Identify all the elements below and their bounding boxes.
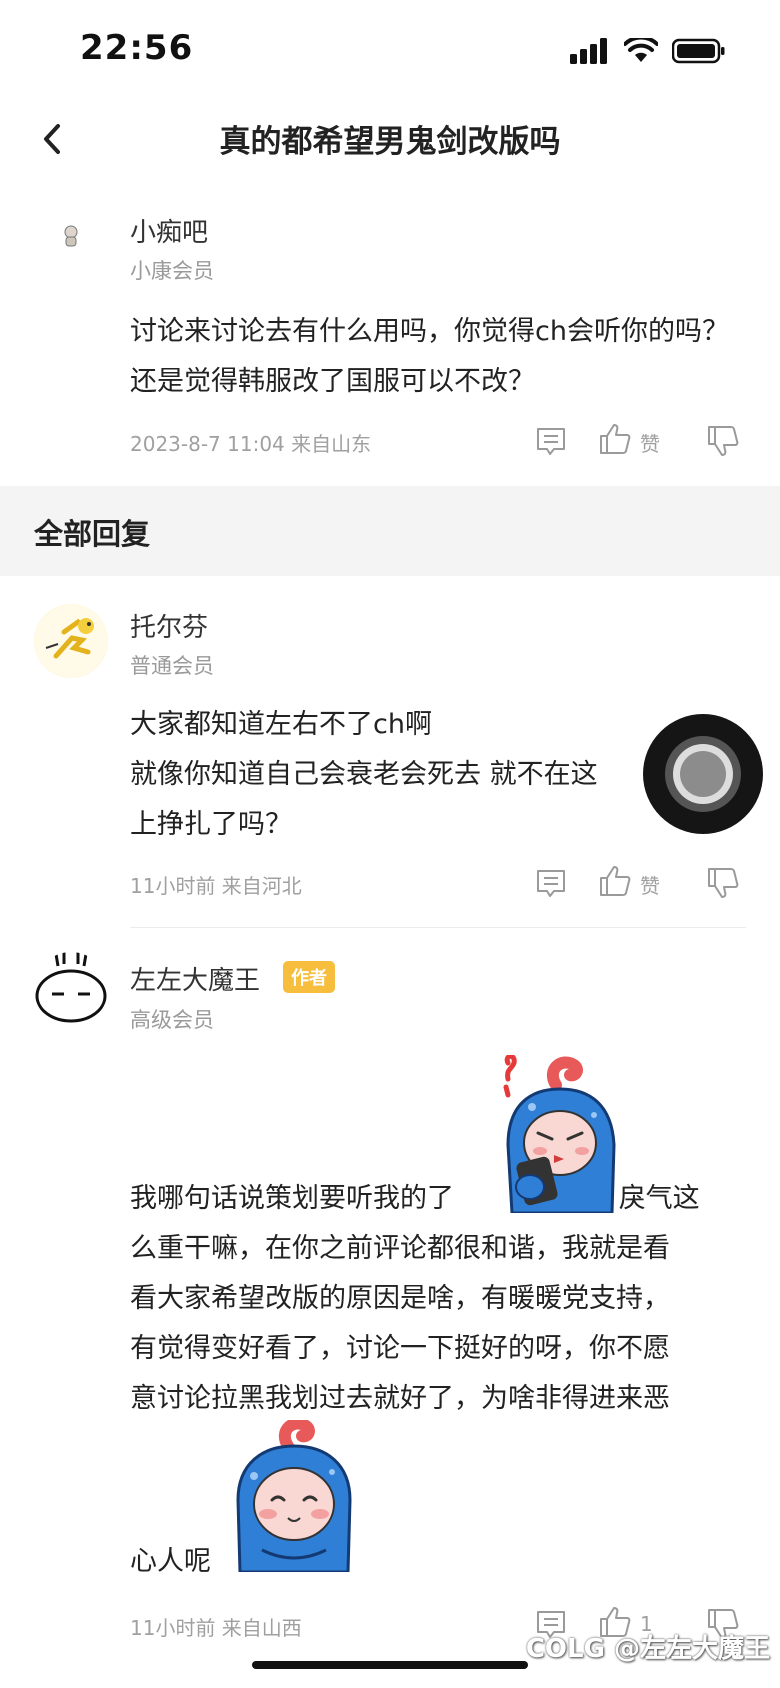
reply-line: 上挣扎了吗？ xyxy=(130,809,292,840)
avatar[interactable] xyxy=(34,604,108,678)
reply-meta: 11小时前 来自山西 xyxy=(130,1616,302,1640)
assistive-touch-button[interactable] xyxy=(643,714,763,834)
comment-icon[interactable] xyxy=(534,424,568,458)
avatar[interactable] xyxy=(34,952,108,1026)
reply-line: 意讨论拉黑我划过去就好了，为啥非得进来恶 xyxy=(130,1383,670,1414)
reply-line: 我哪句话说策划要听我的了 戾气这 xyxy=(130,1174,750,1224)
reply-content: 我哪句话说策划要听我的了 戾气这 么重干嘛，在你之前评论都很和谐，我就是看 看大… xyxy=(130,1174,750,1424)
page-title: 真的都希望男鬼剑改版吗 xyxy=(219,124,561,160)
status-icons xyxy=(570,38,726,64)
signal-icon xyxy=(570,38,607,64)
post-content: 讨论来讨论去有什么用吗，你觉得ch会听你的吗？还是觉得韩服改了国服可以不改？ xyxy=(130,316,729,397)
wifi-icon xyxy=(624,38,658,62)
section-title: 全部回复 xyxy=(34,517,151,551)
username[interactable]: 左左大魔王 xyxy=(130,960,260,997)
author-badge: 作者 xyxy=(283,961,335,993)
thumbs-up-icon[interactable] xyxy=(598,864,632,898)
home-indicator[interactable] xyxy=(252,1661,528,1669)
like-label[interactable]: 赞 xyxy=(640,870,660,899)
reply-line: 大家都知道左右不了ch啊 xyxy=(130,709,432,740)
member-level: 普通会员 xyxy=(130,654,214,678)
like-label[interactable]: 赞 xyxy=(640,428,660,457)
username[interactable]: 小痴吧 xyxy=(130,212,208,249)
thumbs-down-icon[interactable] xyxy=(706,424,740,458)
member-level: 高级会员 xyxy=(130,1008,214,1032)
avatar[interactable] xyxy=(56,220,86,250)
username[interactable]: 托尔芬 xyxy=(130,607,208,644)
reply-meta: 11小时前 来自河北 xyxy=(130,874,302,898)
reply-text: 戾气这 xyxy=(610,1183,700,1214)
battery-icon xyxy=(672,38,725,64)
thumbs-down-icon[interactable] xyxy=(706,866,740,900)
smiling-sticker-image xyxy=(236,1420,352,1572)
member-level: 小康会员 xyxy=(130,259,214,283)
reply-content-end: 心人呢 xyxy=(130,1546,211,1577)
status-time: 22:56 xyxy=(80,28,194,68)
reply-line: 有觉得变好看了，讨论一下挺好的呀，你不愿 xyxy=(130,1333,670,1364)
thumbs-up-icon[interactable] xyxy=(598,422,632,456)
comment-icon[interactable] xyxy=(534,866,568,900)
reply-line: 看大家希望改版的原因是啥，有暖暖党支持， xyxy=(130,1283,670,1314)
divider xyxy=(130,927,746,928)
reply-text: 我哪句话说策划要听我的了 xyxy=(130,1183,454,1214)
post-meta: 2023-8-7 11:04 来自山东 xyxy=(130,432,372,456)
watermark: COLG @左左大魔王 xyxy=(525,1634,770,1664)
reply-line: 么重干嘛，在你之前评论都很和谐，我就是看 xyxy=(130,1233,670,1264)
